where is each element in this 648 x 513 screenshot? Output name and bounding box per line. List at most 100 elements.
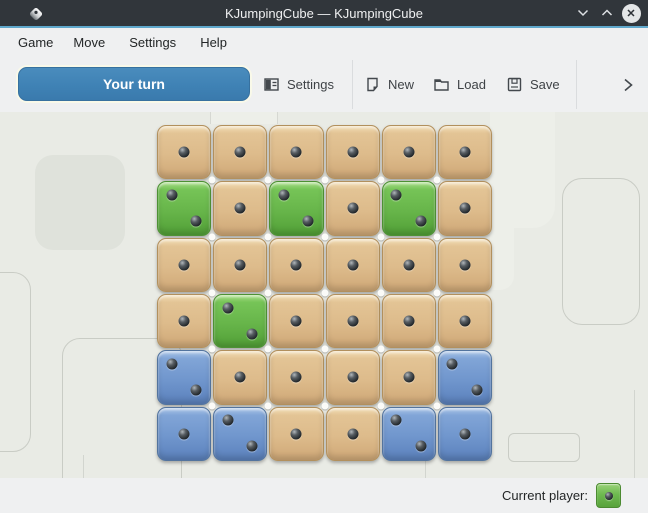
pip <box>291 147 302 158</box>
pip <box>179 316 190 327</box>
settings-toolbar-button[interactable]: Settings <box>263 57 334 112</box>
menubar: Game Move Settings Help <box>0 28 648 57</box>
pip <box>347 203 358 214</box>
cube-r5c6[interactable] <box>438 350 492 404</box>
cube-r3c6[interactable] <box>438 238 492 292</box>
cube-r5c4[interactable] <box>326 350 380 404</box>
cube-r3c4[interactable] <box>326 238 380 292</box>
cube-r3c1[interactable] <box>157 238 211 292</box>
pip <box>191 216 202 227</box>
grid-joint <box>433 233 440 240</box>
settings-label: Settings <box>287 77 334 92</box>
cube-r2c2[interactable] <box>213 181 267 235</box>
cube-r3c3[interactable] <box>269 238 323 292</box>
turn-status-button[interactable]: Your turn <box>18 67 250 101</box>
background-decoration <box>508 433 580 462</box>
grid-joint <box>377 290 384 297</box>
cube-r1c6[interactable] <box>438 125 492 179</box>
pip <box>459 259 470 270</box>
close-button[interactable]: ✕ <box>619 0 643 26</box>
cube-r2c1[interactable] <box>157 181 211 235</box>
grid-joint <box>209 346 216 353</box>
document-new-icon <box>364 76 381 93</box>
cube-r6c4[interactable] <box>326 407 380 461</box>
cube-r4c3[interactable] <box>269 294 323 348</box>
pip <box>459 428 470 439</box>
statusbar: Current player: <box>0 478 648 513</box>
pip <box>235 147 246 158</box>
background-decoration <box>83 455 84 478</box>
floppy-disk-icon <box>506 76 523 93</box>
grid-joint <box>265 233 272 240</box>
menu-item-settings[interactable]: Settings <box>119 35 186 50</box>
cube-r2c5[interactable] <box>382 181 436 235</box>
app-cube-icon <box>27 5 45 23</box>
cube-r4c2[interactable] <box>213 294 267 348</box>
pip <box>403 259 414 270</box>
toolbar-overflow-button[interactable] <box>610 57 646 112</box>
grid-joint <box>433 290 440 297</box>
pip <box>291 259 302 270</box>
menu-item-help[interactable]: Help <box>190 35 237 50</box>
save-label: Save <box>530 77 560 92</box>
cube-r5c5[interactable] <box>382 350 436 404</box>
cube-r6c6[interactable] <box>438 407 492 461</box>
cube-r1c2[interactable] <box>213 125 267 179</box>
grid-joint <box>265 402 272 409</box>
pip <box>179 147 190 158</box>
cube-r6c5[interactable] <box>382 407 436 461</box>
cube-r2c3[interactable] <box>269 181 323 235</box>
pip <box>459 316 470 327</box>
background-decoration <box>562 178 640 325</box>
pip <box>303 216 314 227</box>
cube-r4c6[interactable] <box>438 294 492 348</box>
save-toolbar-button[interactable]: Save <box>506 57 560 112</box>
cube-r5c1[interactable] <box>157 350 211 404</box>
menu-item-game[interactable]: Game <box>8 35 63 50</box>
grid-joint <box>209 233 216 240</box>
minimize-button[interactable] <box>571 0 595 26</box>
pip <box>347 259 358 270</box>
cube-r1c5[interactable] <box>382 125 436 179</box>
menu-item-move[interactable]: Move <box>63 35 115 50</box>
cube-r4c4[interactable] <box>326 294 380 348</box>
grid-joint <box>209 290 216 297</box>
pip <box>291 316 302 327</box>
grid-joint <box>377 402 384 409</box>
cube-r1c1[interactable] <box>157 125 211 179</box>
pip <box>459 147 470 158</box>
current-player-swatch-green <box>596 483 621 508</box>
cube-r4c1[interactable] <box>157 294 211 348</box>
cube-r2c6[interactable] <box>438 181 492 235</box>
pip <box>222 415 233 426</box>
background-decoration <box>35 155 125 250</box>
pip <box>347 428 358 439</box>
cube-r2c4[interactable] <box>326 181 380 235</box>
folder-open-icon <box>433 76 450 93</box>
cube-r3c5[interactable] <box>382 238 436 292</box>
background-decoration <box>490 112 555 228</box>
maximize-button[interactable] <box>595 0 619 26</box>
cube-r5c2[interactable] <box>213 350 267 404</box>
cube-r1c3[interactable] <box>269 125 323 179</box>
game-area <box>0 112 648 478</box>
pip <box>347 372 358 383</box>
grid-joint <box>433 402 440 409</box>
new-toolbar-button[interactable]: New <box>364 57 414 112</box>
background-decoration <box>210 112 278 124</box>
cube-r5c3[interactable] <box>269 350 323 404</box>
cube-r4c5[interactable] <box>382 294 436 348</box>
cube-r6c3[interactable] <box>269 407 323 461</box>
grid-joint <box>265 346 272 353</box>
cube-r6c2[interactable] <box>213 407 267 461</box>
grid-joint <box>265 177 272 184</box>
pip <box>447 358 458 369</box>
pip <box>235 203 246 214</box>
cube-r6c1[interactable] <box>157 407 211 461</box>
window-title: KJumpingCube — KJumpingCube <box>0 6 648 21</box>
cube-r1c4[interactable] <box>326 125 380 179</box>
cube-r3c2[interactable] <box>213 238 267 292</box>
load-toolbar-button[interactable]: Load <box>433 57 486 112</box>
grid-joint <box>433 177 440 184</box>
grid-joint <box>209 177 216 184</box>
